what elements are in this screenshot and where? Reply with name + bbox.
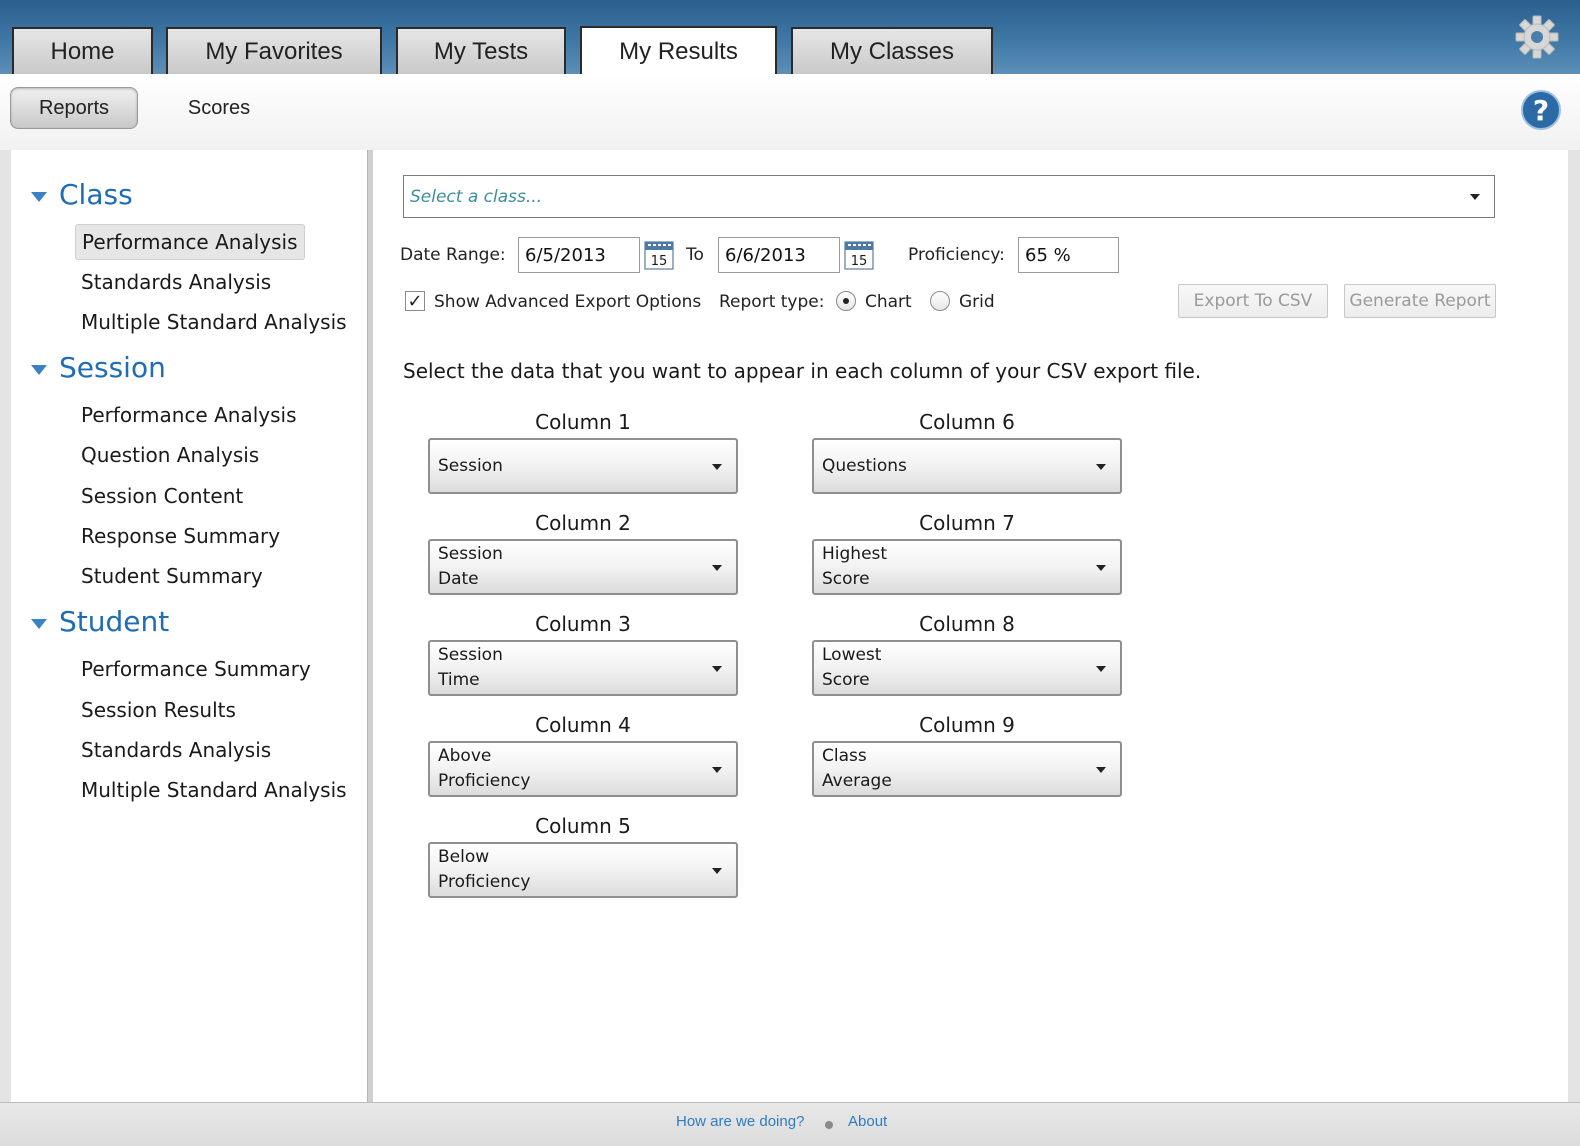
collapse-triangle-icon[interactable]: [31, 618, 47, 629]
column-6-select[interactable]: Questions: [812, 438, 1122, 494]
nav-session-question-analysis[interactable]: Question Analysis: [75, 437, 265, 473]
chevron-down-icon: [1096, 565, 1106, 571]
report-sidebar: Class Performance Analysis Standards Ana…: [11, 150, 367, 1102]
column-9-select[interactable]: Class Average: [812, 741, 1122, 797]
section-class[interactable]: Class: [31, 178, 133, 211]
date-to-field[interactable]: 6/6/2013: [718, 237, 840, 273]
column-4-title: Column 4: [535, 713, 631, 737]
nav-session-performance-analysis[interactable]: Performance Analysis: [75, 397, 303, 433]
report-type-chart-label: Chart: [865, 292, 912, 312]
chevron-down-icon: [1096, 464, 1106, 470]
about-link[interactable]: About: [848, 1113, 887, 1130]
sub-toolbar: Reports Scores ?: [0, 74, 1580, 150]
generate-report-button[interactable]: Generate Report: [1344, 284, 1496, 318]
collapse-triangle-icon[interactable]: [31, 191, 47, 202]
section-session[interactable]: Session: [31, 351, 166, 384]
footer: How are we doing? About: [0, 1102, 1580, 1146]
calendar-day: 15: [851, 254, 868, 269]
column-3-title: Column 3: [535, 612, 631, 636]
to-label: To: [686, 245, 704, 265]
advanced-export-checkbox[interactable]: ✓: [405, 291, 425, 312]
feedback-link[interactable]: How are we doing?: [676, 1113, 804, 1130]
scores-button[interactable]: Scores: [170, 87, 268, 129]
column-1-value: Session: [438, 455, 503, 476]
column-5-select[interactable]: Below Proficiency: [428, 842, 738, 898]
nav-session-content[interactable]: Session Content: [75, 478, 249, 514]
report-type-label: Report type:: [719, 292, 825, 312]
column-9-title: Column 9: [919, 713, 1015, 737]
nav-class-performance-analysis[interactable]: Performance Analysis: [75, 224, 305, 260]
report-type-grid-radio[interactable]: [930, 291, 950, 311]
nav-student-performance-summary[interactable]: Performance Summary: [75, 651, 317, 687]
calendar-icon[interactable]: 15: [844, 240, 874, 270]
nav-class-standards-analysis[interactable]: Standards Analysis: [75, 264, 277, 300]
column-7-title: Column 7: [919, 511, 1015, 535]
column-2-select[interactable]: Session Date: [428, 539, 738, 595]
chevron-down-icon: [712, 565, 722, 571]
footer-separator: [825, 1121, 833, 1129]
tab-my-classes[interactable]: My Classes: [791, 27, 993, 74]
section-student[interactable]: Student: [31, 605, 169, 638]
column-3-select[interactable]: Session Time: [428, 640, 738, 696]
calendar-day: 15: [651, 254, 668, 269]
column-9-value: Class Average: [822, 746, 892, 791]
nav-session-response-summary[interactable]: Response Summary: [75, 518, 286, 554]
proficiency-label: Proficiency:: [908, 245, 1005, 265]
report-type-chart-radio[interactable]: [836, 291, 856, 311]
section-title: Class: [59, 178, 133, 211]
class-select-placeholder: Select a class...: [410, 186, 543, 207]
column-5-title: Column 5: [535, 814, 631, 838]
top-tab-bar: Home My Favorites My Tests My Results My…: [0, 0, 1580, 75]
class-select[interactable]: Select a class...: [403, 175, 1495, 218]
tab-home[interactable]: Home: [12, 27, 153, 74]
help-icon[interactable]: ?: [1521, 90, 1561, 130]
frame-left: [0, 150, 11, 1102]
nav-session-student-summary[interactable]: Student Summary: [75, 558, 269, 594]
date-from-field[interactable]: 6/5/2013: [518, 237, 640, 273]
column-6-title: Column 6: [919, 410, 1015, 434]
chevron-down-icon: [712, 767, 722, 773]
panel-divider[interactable]: [367, 150, 373, 1102]
nav-student-standards-analysis[interactable]: Standards Analysis: [75, 732, 277, 768]
column-2-title: Column 2: [535, 511, 631, 535]
column-4-select[interactable]: Above Proficiency: [428, 741, 738, 797]
chevron-down-icon: [712, 464, 722, 470]
column-8-title: Column 8: [919, 612, 1015, 636]
column-7-select[interactable]: Highest Score: [812, 539, 1122, 595]
calendar-icon[interactable]: 15: [644, 240, 674, 270]
column-8-select[interactable]: Lowest Score: [812, 640, 1122, 696]
date-range-label: Date Range:: [400, 245, 506, 265]
nav-student-multiple-standard-analysis[interactable]: Multiple Standard Analysis: [75, 772, 353, 808]
report-type-grid-label: Grid: [959, 292, 995, 312]
column-1-title: Column 1: [535, 410, 631, 434]
export-csv-button[interactable]: Export To CSV: [1178, 284, 1328, 318]
chevron-down-icon: [1470, 194, 1480, 200]
chevron-down-icon: [712, 868, 722, 874]
section-title: Session: [59, 351, 166, 384]
proficiency-field[interactable]: 65 %: [1018, 237, 1119, 273]
column-5-value: Below Proficiency: [438, 847, 531, 892]
chevron-down-icon: [1096, 767, 1106, 773]
export-instructions: Select the data that you want to appear …: [403, 359, 1202, 383]
column-6-value: Questions: [822, 455, 907, 476]
tab-my-favorites[interactable]: My Favorites: [166, 27, 382, 74]
gear-icon[interactable]: [1514, 14, 1560, 60]
chevron-down-icon: [712, 666, 722, 672]
frame-right: [1568, 150, 1580, 1102]
chevron-down-icon: [1096, 666, 1106, 672]
tab-my-tests[interactable]: My Tests: [396, 27, 566, 74]
column-4-value: Above Proficiency: [438, 746, 531, 791]
reports-button[interactable]: Reports: [10, 87, 138, 129]
nav-student-session-results[interactable]: Session Results: [75, 692, 242, 728]
section-title: Student: [59, 605, 170, 638]
collapse-triangle-icon[interactable]: [31, 364, 47, 375]
column-3-value: Session Time: [438, 645, 503, 690]
column-1-select[interactable]: Session: [428, 438, 738, 494]
column-2-value: Session Date: [438, 544, 503, 589]
column-7-value: Highest Score: [822, 544, 888, 589]
column-8-value: Lowest Score: [822, 645, 882, 690]
advanced-export-label: Show Advanced Export Options: [434, 292, 702, 312]
nav-class-multiple-standard-analysis[interactable]: Multiple Standard Analysis: [75, 304, 353, 340]
tab-my-results[interactable]: My Results: [580, 26, 777, 75]
